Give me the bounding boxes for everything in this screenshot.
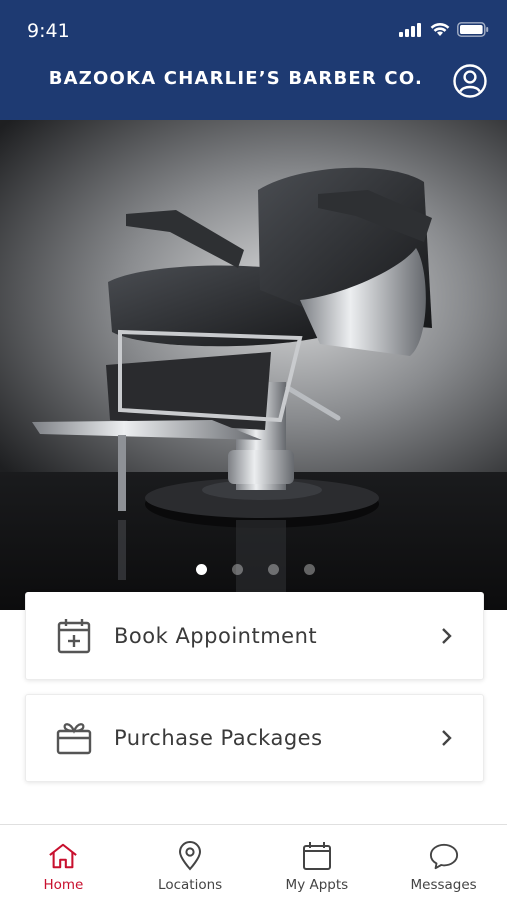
status-icons: [399, 22, 489, 37]
app-header: 9:41 BAZOOKA CHARLIE’S BARBER CO.: [0, 0, 507, 120]
book-appointment-label: Book Appointment: [114, 623, 318, 648]
tab-messages[interactable]: Messages: [380, 825, 507, 900]
battery-icon: [457, 22, 489, 37]
book-appointment-button[interactable]: Book Appointment: [25, 592, 484, 680]
hero-carousel[interactable]: [0, 120, 507, 610]
tab-locations[interactable]: Locations: [127, 825, 254, 900]
chevron-right-icon: [437, 728, 457, 748]
tab-messages-label: Messages: [410, 877, 477, 893]
status-time: 9:41: [27, 20, 70, 42]
chat-bubble-icon: [429, 841, 459, 871]
gift-icon: [54, 718, 94, 758]
purchase-packages-label: Purchase Packages: [114, 726, 323, 750]
tab-my-appts-label: My Appts: [285, 877, 349, 893]
profile-button[interactable]: [452, 63, 488, 99]
tab-locations-label: Locations: [158, 877, 223, 893]
barber-chair-image: [0, 120, 507, 610]
home-icon: [48, 841, 78, 871]
calendar-icon: [302, 841, 332, 871]
carousel-dot[interactable]: [303, 564, 315, 575]
carousel-dot[interactable]: [267, 564, 279, 575]
bottom-tab-bar: Home Locations My Appts Messages: [0, 824, 507, 900]
purchase-packages-button[interactable]: Purchase Packages: [25, 694, 484, 782]
tab-my-appts[interactable]: My Appts: [254, 825, 381, 900]
carousel-dot[interactable]: [231, 564, 243, 575]
calendar-plus-icon: [54, 616, 94, 656]
tab-home-label: Home: [43, 877, 84, 893]
app-title: BAZOOKA CHARLIE’S BARBER CO.: [48, 68, 423, 89]
carousel-pagination: [0, 564, 507, 575]
map-pin-icon: [175, 841, 205, 871]
wifi-icon: [430, 22, 450, 36]
tab-home[interactable]: Home: [0, 825, 127, 900]
chevron-right-icon: [437, 626, 457, 646]
user-profile-icon: [453, 64, 487, 98]
carousel-dot[interactable]: [195, 564, 207, 575]
cellular-signal-icon: [399, 22, 421, 37]
